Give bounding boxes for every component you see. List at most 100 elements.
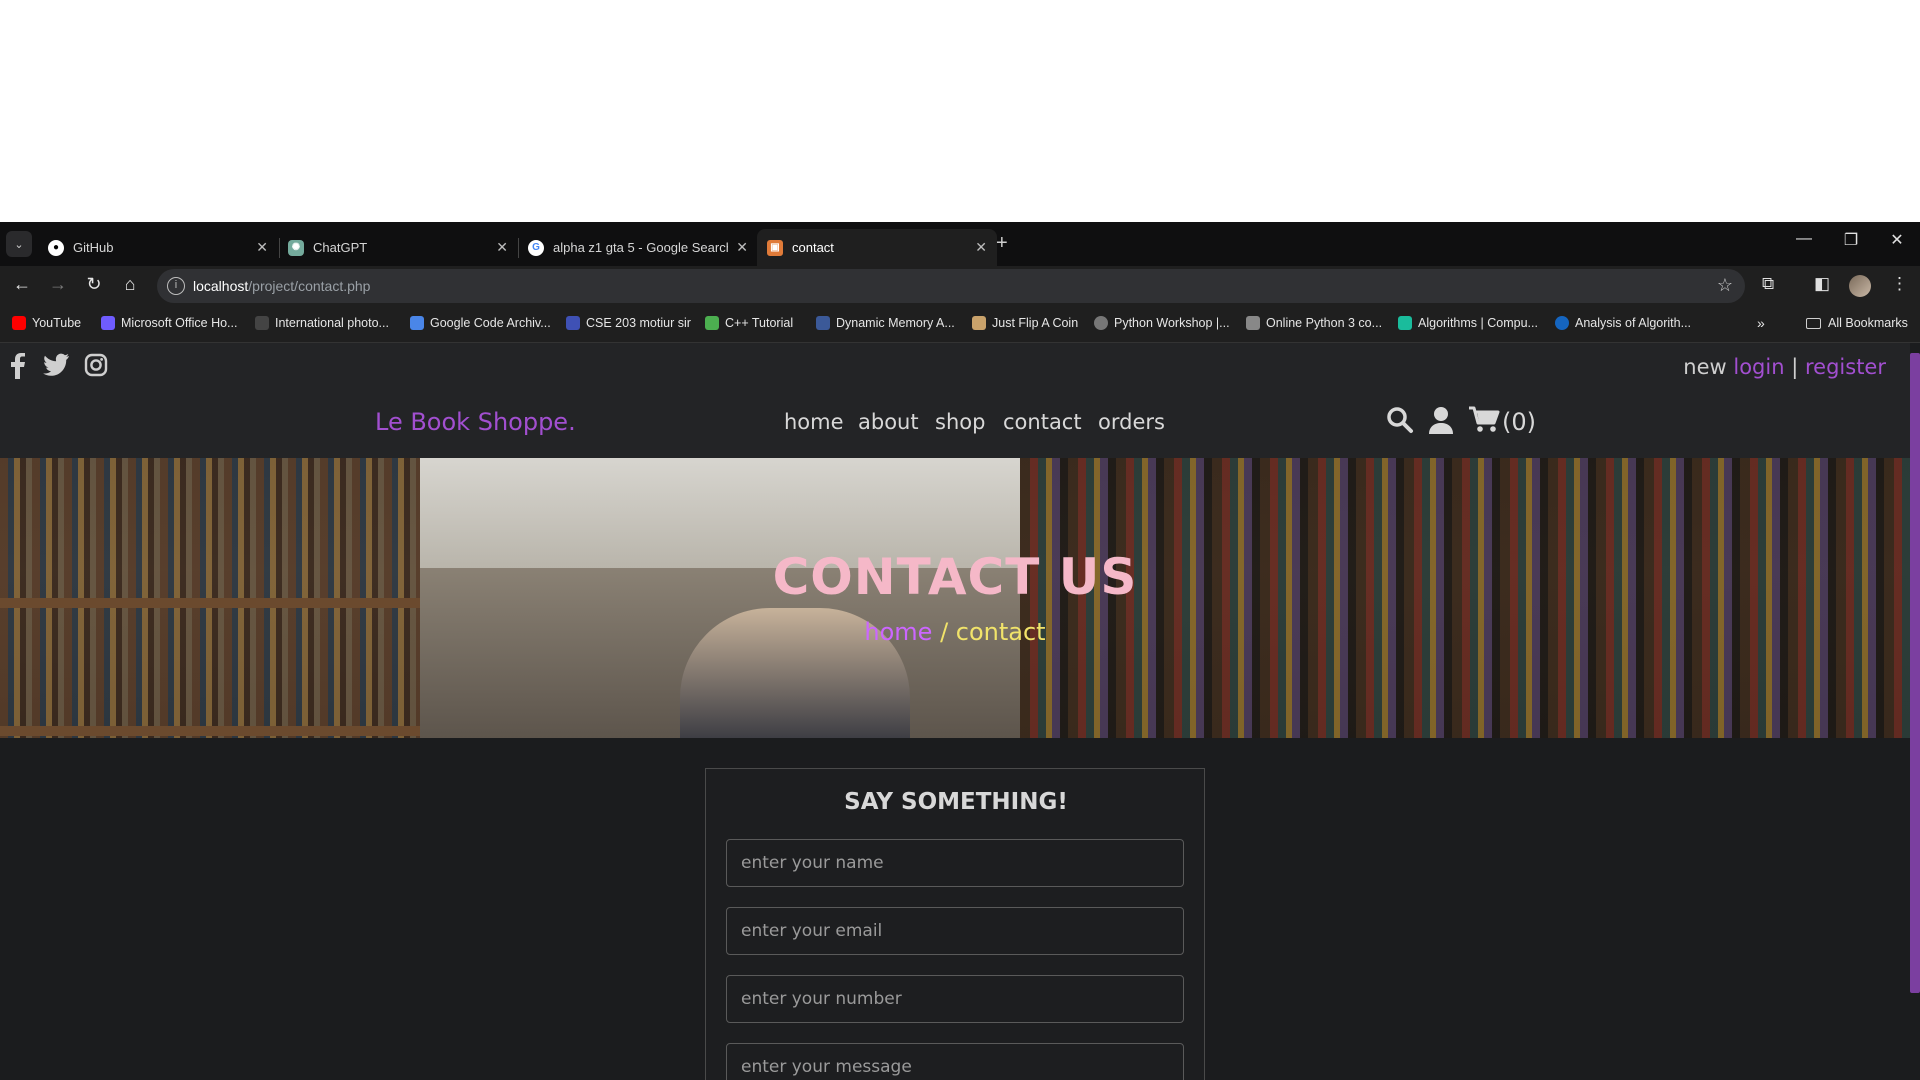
bookmark-cse203[interactable]: CSE 203 motiur sir [566, 316, 691, 330]
message-field[interactable] [726, 1043, 1184, 1080]
facebook-icon[interactable] [10, 353, 26, 379]
google-code-icon [410, 316, 424, 330]
bookmark-star-icon[interactable]: ☆ [1717, 275, 1733, 296]
cart-icon[interactable] [1468, 406, 1500, 434]
shelf-plank [0, 726, 420, 736]
nav-home[interactable]: home [784, 410, 844, 434]
chatgpt-icon: ✺ [288, 239, 304, 256]
algorithms-icon [1398, 316, 1412, 330]
nav-orders[interactable]: orders [1098, 410, 1165, 434]
tab-search-button[interactable]: ⌄ [6, 231, 32, 257]
bookmark-analysis[interactable]: Analysis of Algorith... [1555, 316, 1691, 330]
search-icon[interactable] [1386, 406, 1414, 434]
hero-banner: CONTACT US home / contact [0, 458, 1910, 738]
number-field[interactable] [726, 975, 1184, 1023]
name-field[interactable] [726, 839, 1184, 887]
close-icon[interactable]: ✕ [256, 239, 268, 256]
youtube-icon [12, 316, 26, 330]
bookmark-office[interactable]: Microsoft Office Ho... [101, 316, 237, 330]
tab-google-search[interactable]: G alpha z1 gta 5 - Google Search ✕ [518, 229, 758, 266]
breadcrumb: home / contact [0, 618, 1910, 646]
close-icon[interactable]: ✕ [496, 239, 508, 256]
menu-icon[interactable]: ⋮ [1891, 274, 1908, 294]
github-icon: ● [48, 239, 64, 256]
url-text[interactable]: localhost/project/contact.php [193, 278, 370, 294]
minimize-icon[interactable]: — [1784, 230, 1824, 248]
scrollbar-thumb[interactable] [1910, 353, 1920, 993]
coin-icon [972, 316, 986, 330]
form-title: SAY SOMETHING! [844, 789, 1068, 815]
register-link[interactable]: register [1805, 355, 1886, 379]
cart-count[interactable]: (0) [1502, 408, 1536, 436]
all-bookmarks[interactable]: All Bookmarks [1806, 316, 1908, 330]
site-header: Le Book Shoppe. home about shop contact … [0, 388, 1910, 458]
auth-links: new login | register [1683, 355, 1886, 379]
instagram-icon[interactable] [84, 353, 108, 377]
extensions-icon[interactable]: ⧉ [1762, 274, 1774, 294]
nav-contact[interactable]: contact [1003, 410, 1082, 434]
tab-title: alpha z1 gta 5 - Google Search [553, 240, 729, 255]
classroom-icon [566, 316, 580, 330]
side-panel-icon[interactable]: ◧ [1814, 274, 1830, 294]
nav-about[interactable]: about [858, 410, 919, 434]
new-tab-button[interactable]: + [996, 232, 1008, 255]
more-bookmarks-icon[interactable]: » [1757, 315, 1765, 331]
toolbar: ← → ↻ ⌂ i localhost/project/contact.php … [0, 266, 1920, 306]
reload-icon[interactable]: ↻ [82, 274, 106, 295]
bookmark-online-python[interactable]: Online Python 3 co... [1246, 316, 1382, 330]
auth-prefix: new [1683, 355, 1727, 379]
bookmark-cpp[interactable]: C++ Tutorial [705, 316, 793, 330]
close-window-icon[interactable]: ✕ [1877, 230, 1917, 250]
forward-icon[interactable]: → [46, 274, 70, 295]
profile-avatar[interactable] [1849, 275, 1871, 297]
bookmarks-bar: YouTube Microsoft Office Ho... Internati… [0, 306, 1920, 343]
tab-title: contact [792, 240, 834, 255]
bookmark-photo[interactable]: International photo... [255, 316, 389, 330]
breadcrumb-home[interactable]: home [864, 618, 932, 646]
breadcrumb-current: contact [955, 618, 1046, 646]
bookmark-google-code[interactable]: Google Code Archiv... [410, 316, 551, 330]
tab-title: GitHub [73, 240, 114, 255]
auth-separator: | [1791, 355, 1799, 379]
bookmark-dynamic-memory[interactable]: Dynamic Memory A... [816, 316, 955, 330]
close-icon[interactable]: ✕ [736, 239, 748, 256]
browser-chrome: ⌄ ● GitHub ✕ ✺ ChatGPT ✕ G alpha z1 gta … [0, 222, 1920, 343]
photo-icon [255, 316, 269, 330]
site-info-icon[interactable]: i [167, 277, 185, 295]
globe-icon [1094, 316, 1108, 330]
restore-icon[interactable]: ❐ [1831, 230, 1871, 250]
w3schools-icon [705, 316, 719, 330]
bookmark-algorithms[interactable]: Algorithms | Compu... [1398, 316, 1538, 330]
bookmark-python-workshop[interactable]: Python Workshop |... [1094, 316, 1230, 330]
page-title: CONTACT US [772, 548, 1138, 606]
site-logo[interactable]: Le Book Shoppe. [375, 408, 576, 436]
google-icon: G [528, 239, 544, 256]
top-bar: new login | register [0, 343, 1910, 388]
close-icon[interactable]: ✕ [975, 239, 987, 256]
bookmark-flip-coin[interactable]: Just Flip A Coin [972, 316, 1078, 330]
tab-contact[interactable]: ▣ contact ✕ [757, 229, 997, 266]
site-icon: ▣ [767, 239, 783, 256]
office-icon [101, 316, 115, 330]
back-icon[interactable]: ← [10, 274, 34, 295]
breadcrumb-separator: / [932, 618, 956, 646]
user-icon[interactable] [1428, 406, 1454, 434]
tab-title: ChatGPT [313, 240, 368, 255]
python-icon [1246, 316, 1260, 330]
address-bar[interactable]: i localhost/project/contact.php ☆ [157, 269, 1745, 303]
bookmark-youtube[interactable]: YouTube [12, 316, 81, 330]
analysis-icon [1555, 316, 1569, 330]
folder-icon [1806, 317, 1821, 329]
blank-area [0, 0, 1920, 222]
contact-form: SAY SOMETHING! [705, 768, 1205, 1080]
twitter-icon[interactable] [42, 353, 70, 377]
tutorial-icon [816, 316, 830, 330]
login-link[interactable]: login [1733, 355, 1784, 379]
tab-strip: ⌄ ● GitHub ✕ ✺ ChatGPT ✕ G alpha z1 gta … [0, 222, 1920, 266]
email-field[interactable] [726, 907, 1184, 955]
tab-chatgpt[interactable]: ✺ ChatGPT ✕ [278, 229, 518, 266]
tab-github[interactable]: ● GitHub ✕ [38, 229, 278, 266]
website: new login | register Le Book Shoppe. hom… [0, 343, 1920, 1080]
home-icon[interactable]: ⌂ [118, 274, 142, 295]
nav-shop[interactable]: shop [935, 410, 985, 434]
